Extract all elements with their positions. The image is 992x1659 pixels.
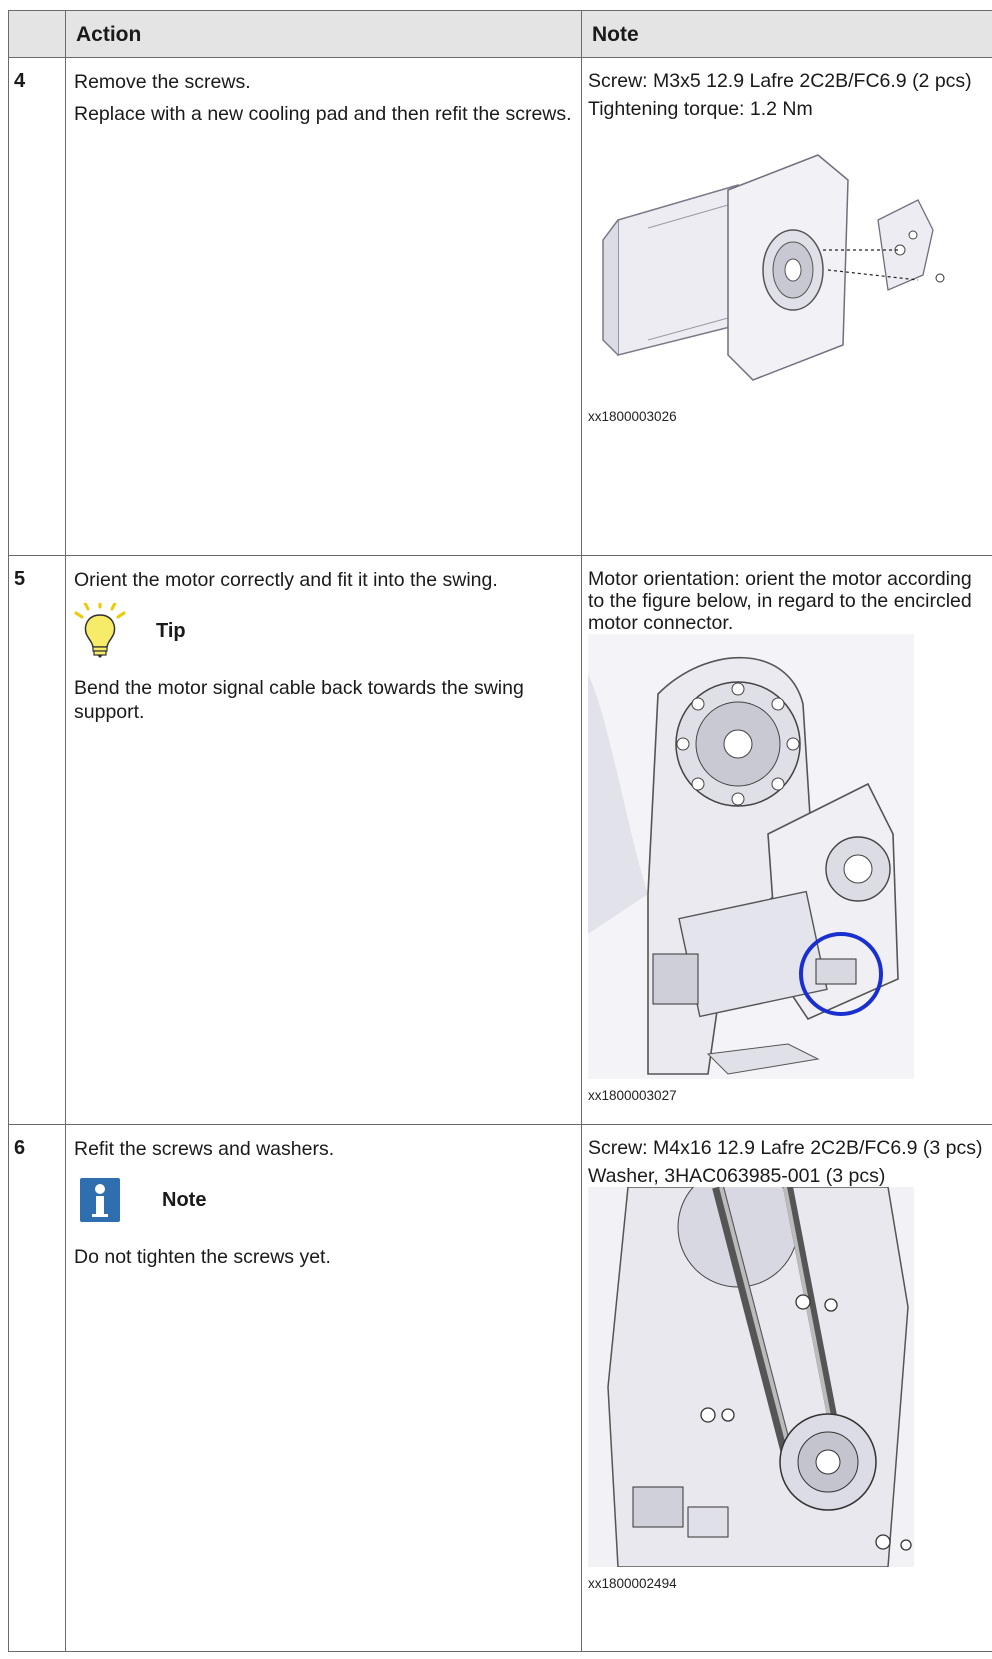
header-note: Note <box>581 10 992 58</box>
note-cell: Motor orientation: orient the motor acco… <box>581 555 992 1125</box>
figure-id: xx1800002494 <box>588 1576 677 1591</box>
motor-orientation-figure <box>588 634 914 1079</box>
info-icon <box>80 1178 120 1222</box>
table-row: 5 Orient the motor correctly and fit it … <box>8 555 992 1125</box>
note-text: Do not tighten the screws yet. <box>74 1246 331 1268</box>
table-row: 6 Refit the screws and washers. Note Do … <box>8 1124 992 1652</box>
action-text: Refit the screws and washers. <box>74 1138 335 1160</box>
motor-cooling-pad-figure <box>588 150 948 400</box>
tip-label: Tip <box>156 620 186 642</box>
step-number: 5 <box>8 555 66 1125</box>
step-number: 6 <box>8 1124 66 1652</box>
procedure-table: Action Note 4 Remove the screws. Replace… <box>8 10 992 1652</box>
table-row: 4 Remove the screws. Replace with a new … <box>8 57 992 556</box>
note-text: Washer, 3HAC063985-001 (3 pcs) <box>588 1165 886 1187</box>
note-cell: Screw: M4x16 12.9 Lafre 2C2B/FC6.9 (3 pc… <box>581 1124 992 1652</box>
figure-id: xx1800003027 <box>588 1088 677 1103</box>
figure-id: xx1800003026 <box>588 409 677 424</box>
note-text: Screw: M4x16 12.9 Lafre 2C2B/FC6.9 (3 pc… <box>588 1137 983 1159</box>
action-cell: Orient the motor correctly and fit it in… <box>65 555 582 1125</box>
screws-washers-figure <box>588 1187 914 1567</box>
note-text: Screw: M3x5 12.9 Lafre 2C2B/FC6.9 (2 pcs… <box>588 70 972 92</box>
header-row: Action Note <box>8 10 992 58</box>
note-label: Note <box>162 1189 207 1211</box>
note-text: Motor orientation: orient the motor acco… <box>588 568 972 634</box>
step-number: 4 <box>8 57 66 556</box>
tip-text: Bend the motor signal cable back towards… <box>74 677 524 723</box>
note-admonition: Note <box>74 1169 573 1231</box>
action-cell: Remove the screws. Replace with a new co… <box>65 57 582 556</box>
action-text: Orient the motor correctly and fit it in… <box>74 569 498 591</box>
header-action: Action <box>65 10 582 58</box>
action-text: Remove the screws. <box>74 71 251 93</box>
tip-admonition: Tip <box>74 600 573 662</box>
lightbulb-icon <box>74 601 126 659</box>
action-cell: Refit the screws and washers. Note Do no… <box>65 1124 582 1652</box>
action-text: Replace with a new cooling pad and then … <box>74 103 572 125</box>
note-text: Tightening torque: 1.2 Nm <box>588 98 813 120</box>
header-step <box>8 10 66 58</box>
note-cell: Screw: M3x5 12.9 Lafre 2C2B/FC6.9 (2 pcs… <box>581 57 992 556</box>
